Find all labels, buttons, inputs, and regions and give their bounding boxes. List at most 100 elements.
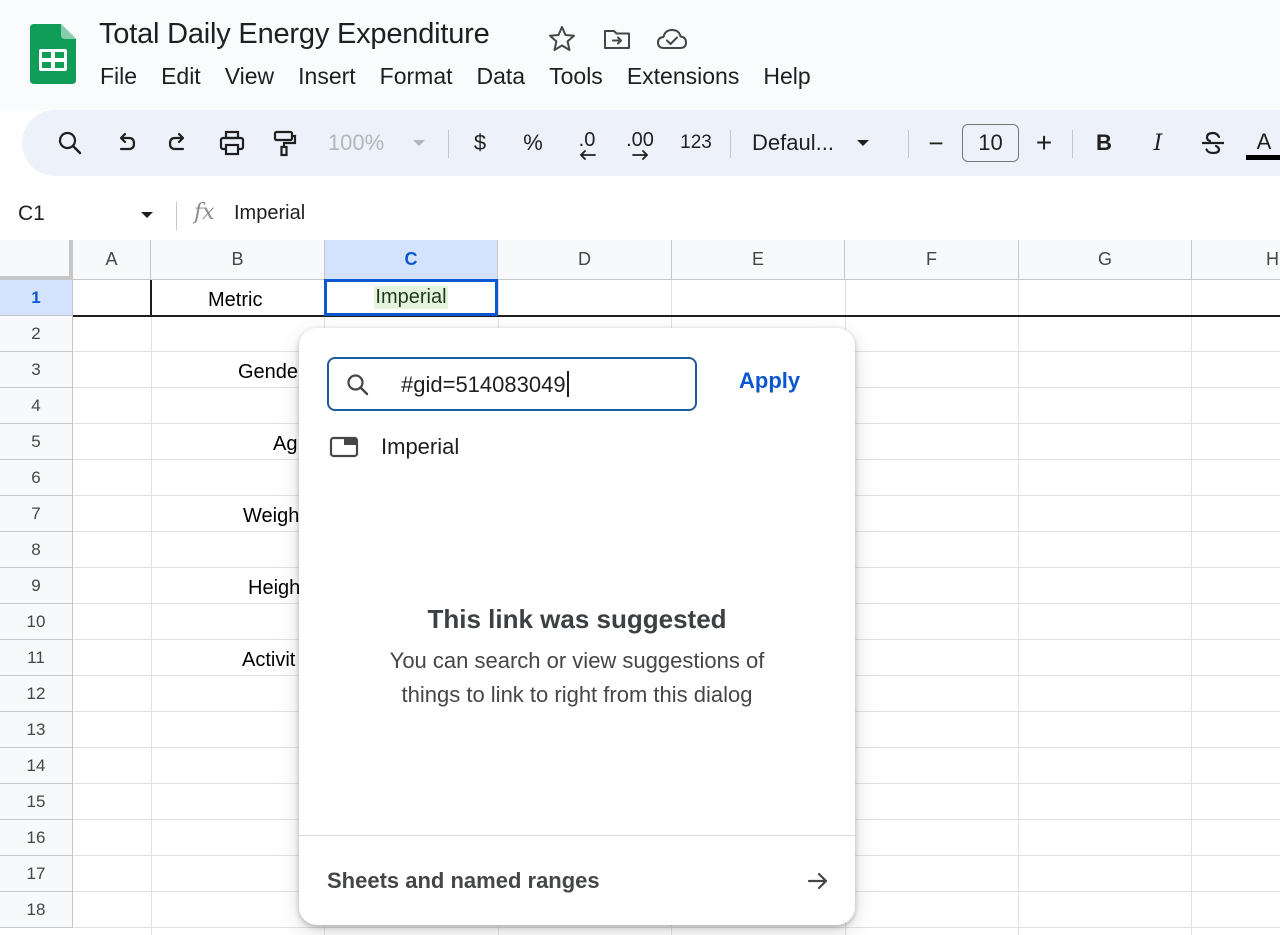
row-header-18[interactable]: 18: [0, 892, 73, 928]
name-box-dropdown-icon[interactable]: [140, 210, 154, 220]
suggestion-title: This link was suggested: [427, 604, 727, 634]
row-header-12[interactable]: 12: [0, 676, 73, 712]
column-header-h[interactable]: H: [1192, 240, 1280, 280]
paint-format-button[interactable]: [266, 110, 304, 176]
cell-c1-selected[interactable]: Imperial: [324, 279, 498, 316]
search-icon: [58, 131, 82, 155]
increase-decimals-button[interactable]: .00: [622, 110, 658, 176]
text-color-button[interactable]: A: [1246, 110, 1280, 176]
apply-button[interactable]: Apply: [739, 368, 800, 394]
sheets-and-named-ranges-button[interactable]: Sheets and named ranges: [327, 864, 831, 898]
arrow-right-icon: [807, 872, 828, 890]
menu-file[interactable]: File: [88, 60, 149, 92]
row-header-15[interactable]: 15: [0, 784, 73, 820]
row-header-3[interactable]: 3: [0, 352, 73, 388]
cell-b11[interactable]: Activit: [242, 649, 295, 672]
suggestion-item[interactable]: Imperial: [329, 431, 459, 463]
frozen-column-divider[interactable]: [150, 280, 152, 317]
row-header-16[interactable]: 16: [0, 820, 73, 856]
document-title[interactable]: Total Daily Energy Expenditure: [99, 18, 490, 51]
zoom-select[interactable]: 100%: [322, 110, 432, 176]
row-header-1[interactable]: 1: [0, 280, 73, 316]
column-header-g[interactable]: G: [1019, 240, 1192, 280]
menu-format[interactable]: Format: [368, 60, 465, 92]
row-header-9[interactable]: 9: [0, 568, 73, 604]
menu-edit[interactable]: Edit: [149, 60, 213, 92]
column-header-f[interactable]: F: [845, 240, 1019, 280]
grid-line: [1018, 280, 1019, 935]
print-button[interactable]: [213, 110, 251, 176]
column-header-b[interactable]: B: [151, 240, 325, 280]
font-dropdown-icon: [856, 140, 869, 146]
percent-format-button[interactable]: %: [520, 110, 546, 176]
formula-bar-separator: [176, 202, 177, 230]
row-header-13[interactable]: 13: [0, 712, 73, 748]
row-header-14[interactable]: 14: [0, 748, 73, 784]
cell-b9[interactable]: Heigh: [248, 577, 300, 600]
undo-button[interactable]: [108, 110, 144, 176]
select-all-corner[interactable]: [0, 240, 73, 280]
toolbar-separator: [1072, 130, 1073, 158]
increase-font-size-button[interactable]: +: [1030, 110, 1058, 176]
menu-bar: File Edit View Insert Format Data Tools …: [88, 60, 823, 92]
menu-data[interactable]: Data: [465, 60, 538, 92]
arrow-right-icon: [632, 150, 649, 160]
frozen-row-divider[interactable]: [73, 315, 1280, 317]
column-header-c[interactable]: C: [325, 240, 498, 280]
fx-icon: fx: [194, 200, 215, 225]
row-header-11[interactable]: 11: [0, 640, 73, 676]
name-box[interactable]: C1: [18, 202, 45, 226]
print-icon: [219, 130, 245, 156]
grid-line: [1191, 280, 1192, 935]
bold-button[interactable]: B: [1092, 110, 1116, 176]
row-header-5[interactable]: 5: [0, 424, 73, 460]
toolbar-separator: [730, 130, 731, 158]
dialog-divider: [299, 835, 855, 836]
redo-icon: [168, 132, 185, 151]
cell-b1[interactable]: Metric: [208, 289, 262, 312]
font-family-select[interactable]: Defaul...: [752, 110, 892, 176]
move-folder-icon[interactable]: [602, 24, 632, 54]
sheets-and-named-ranges-label: Sheets and named ranges: [327, 868, 600, 893]
link-search-field[interactable]: #gid=514083049: [327, 357, 697, 411]
italic-button[interactable]: I: [1146, 110, 1170, 176]
sheet-tab-icon: [329, 436, 359, 458]
row-header-4[interactable]: 4: [0, 388, 73, 424]
menu-tools[interactable]: Tools: [537, 60, 615, 92]
row-header-17[interactable]: 17: [0, 856, 73, 892]
sheets-logo-icon[interactable]: [30, 24, 76, 84]
grid-line: [151, 280, 152, 935]
row-header-7[interactable]: 7: [0, 496, 73, 532]
star-icon[interactable]: [547, 24, 577, 54]
row-header-6[interactable]: 6: [0, 460, 73, 496]
cell-b5[interactable]: Ag: [273, 433, 297, 456]
font-size-input[interactable]: 10: [962, 124, 1019, 162]
menu-help[interactable]: Help: [751, 60, 822, 92]
menu-extensions[interactable]: Extensions: [615, 60, 752, 92]
toolbar-separator: [908, 130, 909, 158]
font-family-value: Defaul...: [752, 130, 834, 155]
increase-decimals-label: .00: [626, 129, 654, 151]
menu-insert[interactable]: Insert: [286, 60, 368, 92]
row-header-8[interactable]: 8: [0, 532, 73, 568]
cloud-saved-icon[interactable]: [655, 24, 689, 54]
cell-b7[interactable]: Weigh: [243, 505, 299, 528]
number-format-button[interactable]: 123: [676, 110, 716, 176]
decrease-font-size-button[interactable]: −: [922, 110, 950, 176]
search-menus-button[interactable]: [50, 110, 90, 176]
currency-format-button[interactable]: $: [468, 110, 492, 176]
cell-b3[interactable]: Gende: [238, 361, 298, 384]
row-header-2[interactable]: 2: [0, 316, 73, 352]
link-input[interactable]: #gid=514083049: [401, 371, 569, 398]
formula-input[interactable]: Imperial: [234, 202, 305, 225]
strikethrough-button[interactable]: [1198, 110, 1228, 176]
redo-button[interactable]: [160, 110, 196, 176]
column-header-d[interactable]: D: [498, 240, 672, 280]
formula-bar: C1 fx Imperial: [0, 190, 1280, 240]
decrease-decimals-button[interactable]: .0: [570, 110, 604, 176]
menu-view[interactable]: View: [213, 60, 286, 92]
column-header-e[interactable]: E: [672, 240, 845, 280]
row-header-10[interactable]: 10: [0, 604, 73, 640]
suggestion-description: You can search or view suggestions of th…: [389, 648, 765, 707]
column-header-a[interactable]: A: [73, 240, 151, 280]
